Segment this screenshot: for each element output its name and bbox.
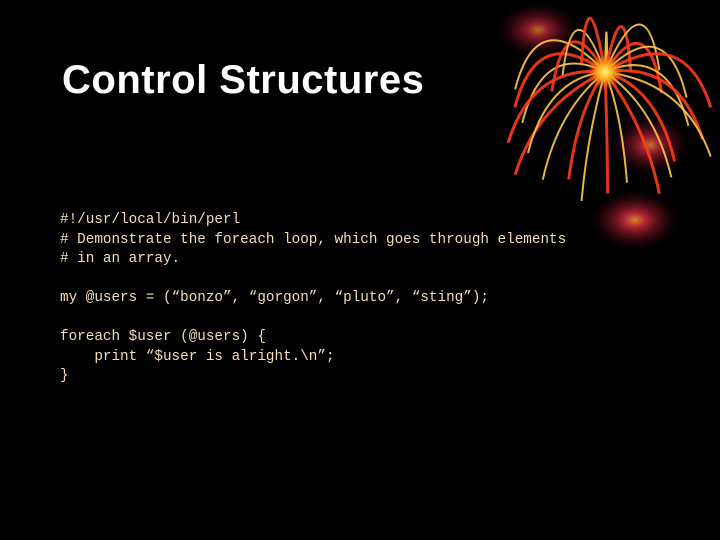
code-line: #!/usr/local/bin/perl <box>60 212 241 228</box>
code-line: } <box>60 368 69 384</box>
glow-orb <box>590 190 680 250</box>
code-line: my @users = (“bonzo”, “gorgon”, “pluto”,… <box>60 290 489 306</box>
firework-core <box>587 54 623 90</box>
code-line: print “$user is alright.\n”; <box>60 348 335 365</box>
code-line: foreach $user (@users) { <box>60 329 266 345</box>
slide: Control Structures #!/usr/local/bin/perl… <box>0 0 720 540</box>
slide-title: Control Structures <box>62 58 425 102</box>
code-line: # Demonstrate the foreach loop, which go… <box>60 231 567 248</box>
firework-ray <box>513 70 606 176</box>
firework-rays <box>506 16 713 202</box>
code-line: # in an array. <box>60 251 181 267</box>
firework-ray <box>603 71 610 194</box>
code-block: #!/usr/local/bin/perl # Demonstrate the f… <box>60 211 566 387</box>
